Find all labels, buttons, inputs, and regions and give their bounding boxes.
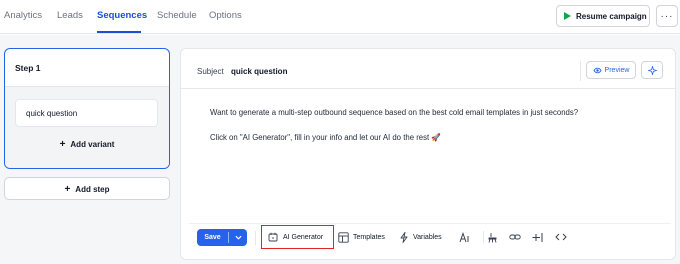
add-variant-button[interactable]: + Add variant <box>5 139 169 150</box>
ai-sparkle-button[interactable] <box>641 61 663 79</box>
email-body-line[interactable]: Want to generate a multi-step outbound s… <box>210 108 578 117</box>
step-body: quick question + Add variant <box>5 87 169 168</box>
plus-icon: + <box>64 184 71 195</box>
top-nav: Analytics Leads Sequences Schedule Optio… <box>0 0 680 34</box>
tab-analytics[interactable]: Analytics <box>4 10 42 21</box>
code-icon <box>555 233 567 241</box>
variables-label: Variables <box>413 233 442 241</box>
active-tab-indicator <box>97 31 141 33</box>
play-icon <box>564 12 571 20</box>
toolbar-divider <box>189 223 671 224</box>
resume-campaign-label: Resume campaign <box>576 11 647 21</box>
preview-button[interactable]: Preview <box>586 61 636 79</box>
save-button[interactable]: Save <box>197 234 228 241</box>
plus-icon: + <box>59 139 66 150</box>
chevron-down-icon <box>234 235 242 240</box>
format-paint-button[interactable] <box>487 230 498 244</box>
ai-generator-label: AI Generator <box>283 233 324 241</box>
subject-label: Subject <box>197 67 224 76</box>
eye-icon <box>593 67 602 73</box>
divider <box>580 61 581 81</box>
more-options-button[interactable]: ··· <box>656 5 678 27</box>
tab-leads[interactable]: Leads <box>57 10 83 21</box>
subject-input[interactable]: quick question <box>231 67 287 76</box>
email-body-line[interactable]: Click on "AI Generator", fill in your in… <box>210 133 441 142</box>
separator-icon <box>532 232 543 242</box>
variables-button[interactable]: Variables <box>399 230 442 244</box>
save-button-group[interactable]: Save <box>197 229 247 246</box>
preview-label: Preview <box>604 66 630 74</box>
more-icon: ··· <box>660 10 674 22</box>
save-dropdown-button[interactable] <box>229 235 247 240</box>
tab-sequences[interactable]: Sequences <box>97 10 147 21</box>
add-variant-label: Add variant <box>70 140 115 149</box>
toolbar-separator <box>483 230 484 244</box>
toolbar-separator <box>255 231 256 245</box>
add-step-button[interactable]: + Add step <box>4 177 170 200</box>
subject-row: Subject quick question Preview <box>181 49 675 89</box>
text-size-icon <box>459 231 469 242</box>
templates-icon <box>338 231 349 243</box>
templates-label: Templates <box>353 233 385 241</box>
email-editor: Subject quick question Preview Want to g… <box>180 48 676 260</box>
tab-schedule[interactable]: Schedule <box>157 10 197 21</box>
sparkle-icon <box>647 65 657 75</box>
variant-item[interactable]: quick question <box>15 99 158 127</box>
code-view-button[interactable] <box>555 230 567 244</box>
variables-icon <box>400 231 408 243</box>
add-step-label: Add step <box>75 185 110 194</box>
paint-brush-icon <box>488 232 497 243</box>
insert-separator-button[interactable] <box>532 230 544 244</box>
insert-link-button[interactable] <box>509 230 521 244</box>
resume-campaign-button[interactable]: Resume campaign <box>556 5 650 27</box>
ai-generator-button[interactable]: AI Generator <box>261 225 334 249</box>
text-size-button[interactable] <box>459 230 470 244</box>
calendar-icon <box>268 232 278 242</box>
step-title: Step 1 <box>5 49 169 87</box>
step-card[interactable]: Step 1 quick question + Add variant <box>4 48 170 169</box>
templates-button[interactable]: Templates <box>338 230 385 244</box>
tab-options[interactable]: Options <box>209 10 242 21</box>
link-icon <box>509 234 521 240</box>
